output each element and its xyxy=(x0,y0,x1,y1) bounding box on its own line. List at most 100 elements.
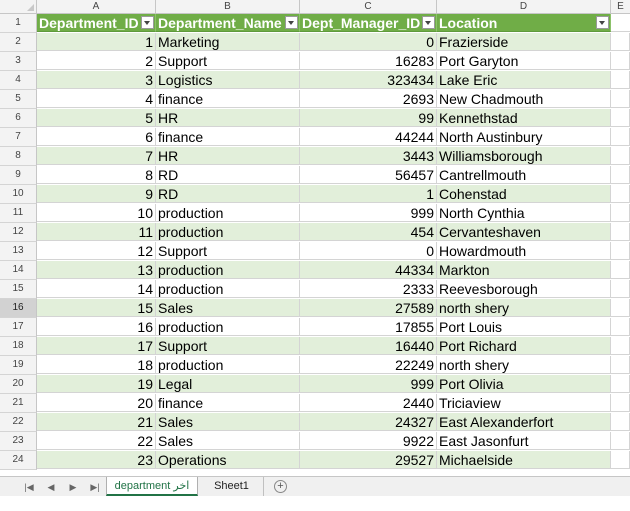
cell-department-id[interactable]: 16 xyxy=(37,318,156,336)
cell-department-id[interactable]: 13 xyxy=(37,261,156,279)
cell-department-name[interactable]: Support xyxy=(156,52,300,70)
cell-department-name[interactable]: Logistics xyxy=(156,71,300,89)
empty-cell[interactable] xyxy=(611,185,630,203)
cell-location[interactable]: North Cynthia xyxy=(437,204,611,222)
cell-location[interactable]: Cervanteshaven xyxy=(437,223,611,241)
empty-cell[interactable] xyxy=(611,223,630,241)
sheet-tab-sheet1[interactable]: Sheet1 xyxy=(200,477,264,496)
cell-dept-manager-id[interactable]: 999 xyxy=(300,204,437,222)
cell-location[interactable]: New Chadmouth xyxy=(437,90,611,108)
cell-department-id[interactable]: 14 xyxy=(37,280,156,298)
row-number[interactable]: 8 xyxy=(0,147,37,166)
cell-location[interactable]: Port Louis xyxy=(437,318,611,336)
cell-location[interactable]: North Austinbury xyxy=(437,128,611,146)
row-number[interactable]: 4 xyxy=(0,71,37,90)
header-cell-department-id[interactable]: Department_ID xyxy=(37,14,156,32)
cell-department-id[interactable]: 11 xyxy=(37,223,156,241)
cell-dept-manager-id[interactable]: 2333 xyxy=(300,280,437,298)
cell-department-name[interactable]: production xyxy=(156,318,300,336)
column-header-a[interactable]: A xyxy=(37,0,156,14)
empty-cell[interactable] xyxy=(611,394,630,412)
row-number[interactable]: 24 xyxy=(0,451,37,470)
cell-location[interactable]: Triciaview xyxy=(437,394,611,412)
sheet-tab-department[interactable]: department اخر xyxy=(106,477,198,496)
cell-dept-manager-id[interactable]: 44334 xyxy=(300,261,437,279)
row-number[interactable]: 12 xyxy=(0,223,37,242)
cell-dept-manager-id[interactable]: 16440 xyxy=(300,337,437,355)
cell-dept-manager-id[interactable]: 24327 xyxy=(300,413,437,431)
cell-dept-manager-id[interactable]: 1 xyxy=(300,185,437,203)
cell-department-id[interactable]: 8 xyxy=(37,166,156,184)
cell-dept-manager-id[interactable]: 454 xyxy=(300,223,437,241)
cell-location[interactable]: Frazierside xyxy=(437,33,611,51)
row-number[interactable]: 20 xyxy=(0,375,37,394)
cell-department-id[interactable]: 4 xyxy=(37,90,156,108)
cell-location[interactable]: Port Olivia xyxy=(437,375,611,393)
filter-dropdown-icon[interactable] xyxy=(596,16,609,29)
cell-department-name[interactable]: finance xyxy=(156,90,300,108)
cell-department-name[interactable]: finance xyxy=(156,394,300,412)
header-cell-dept-manager-id[interactable]: Dept_Manager_ID xyxy=(300,14,437,32)
row-number[interactable]: 19 xyxy=(0,356,37,375)
filter-dropdown-icon[interactable] xyxy=(141,16,154,29)
cell-dept-manager-id[interactable]: 16283 xyxy=(300,52,437,70)
cell-dept-manager-id[interactable]: 2693 xyxy=(300,90,437,108)
header-cell-department-name[interactable]: Department_Name xyxy=(156,14,300,32)
row-number[interactable]: 5 xyxy=(0,90,37,109)
filter-dropdown-icon[interactable] xyxy=(422,16,435,29)
column-header-b[interactable]: B xyxy=(156,0,300,14)
cell-dept-manager-id[interactable]: 323434 xyxy=(300,71,437,89)
row-number[interactable]: 2 xyxy=(0,33,37,52)
row-number[interactable]: 17 xyxy=(0,318,37,337)
cell-location[interactable]: Howardmouth xyxy=(437,242,611,260)
cell-location[interactable]: Kennethstad xyxy=(437,109,611,127)
column-header-c[interactable]: C xyxy=(300,0,437,14)
first-sheet-icon[interactable]: |◀ xyxy=(22,480,36,494)
cell-department-id[interactable]: 10 xyxy=(37,204,156,222)
cell-department-name[interactable]: RD xyxy=(156,185,300,203)
prev-sheet-icon[interactable]: ◀ xyxy=(44,480,58,494)
empty-cell[interactable] xyxy=(611,375,630,393)
cell-dept-manager-id[interactable]: 0 xyxy=(300,33,437,51)
cell-location[interactable]: north shery xyxy=(437,299,611,317)
row-number[interactable]: 6 xyxy=(0,109,37,128)
cell-location[interactable]: Port Richard xyxy=(437,337,611,355)
row-number[interactable]: 7 xyxy=(0,128,37,147)
cell-dept-manager-id[interactable]: 22249 xyxy=(300,356,437,374)
row-number[interactable]: 1 xyxy=(0,14,37,33)
cell-dept-manager-id[interactable]: 2440 xyxy=(300,394,437,412)
cell-department-id[interactable]: 18 xyxy=(37,356,156,374)
row-number[interactable]: 22 xyxy=(0,413,37,432)
row-number[interactable]: 11 xyxy=(0,204,37,223)
next-sheet-icon[interactable]: ▶ xyxy=(66,480,80,494)
row-number[interactable]: 21 xyxy=(0,394,37,413)
cell-department-id[interactable]: 20 xyxy=(37,394,156,412)
empty-cell[interactable] xyxy=(611,128,630,146)
empty-cell[interactable] xyxy=(611,299,630,317)
empty-cell[interactable] xyxy=(611,280,630,298)
cell-location[interactable]: East Jasonfurt xyxy=(437,432,611,450)
row-number[interactable]: 23 xyxy=(0,432,37,451)
cell-department-name[interactable]: production xyxy=(156,280,300,298)
empty-cell[interactable] xyxy=(611,52,630,70)
empty-cell[interactable] xyxy=(611,204,630,222)
cell-department-name[interactable]: finance xyxy=(156,128,300,146)
cell-location[interactable]: Markton xyxy=(437,261,611,279)
row-number[interactable]: 9 xyxy=(0,166,37,185)
row-number[interactable]: 16 xyxy=(0,299,37,318)
row-number[interactable]: 15 xyxy=(0,280,37,299)
cell-department-name[interactable]: production xyxy=(156,204,300,222)
cell-department-name[interactable]: Support xyxy=(156,242,300,260)
row-number[interactable]: 18 xyxy=(0,337,37,356)
empty-cell[interactable] xyxy=(611,451,630,469)
empty-cell[interactable] xyxy=(611,90,630,108)
empty-cell[interactable] xyxy=(611,432,630,450)
cell-department-name[interactable]: Support xyxy=(156,337,300,355)
cell-department-id[interactable]: 3 xyxy=(37,71,156,89)
empty-cell[interactable] xyxy=(611,147,630,165)
empty-cell[interactable] xyxy=(611,109,630,127)
empty-cell[interactable] xyxy=(611,71,630,89)
cell-location[interactable]: Cohenstad xyxy=(437,185,611,203)
row-number[interactable]: 13 xyxy=(0,242,37,261)
cell-department-id[interactable]: 19 xyxy=(37,375,156,393)
